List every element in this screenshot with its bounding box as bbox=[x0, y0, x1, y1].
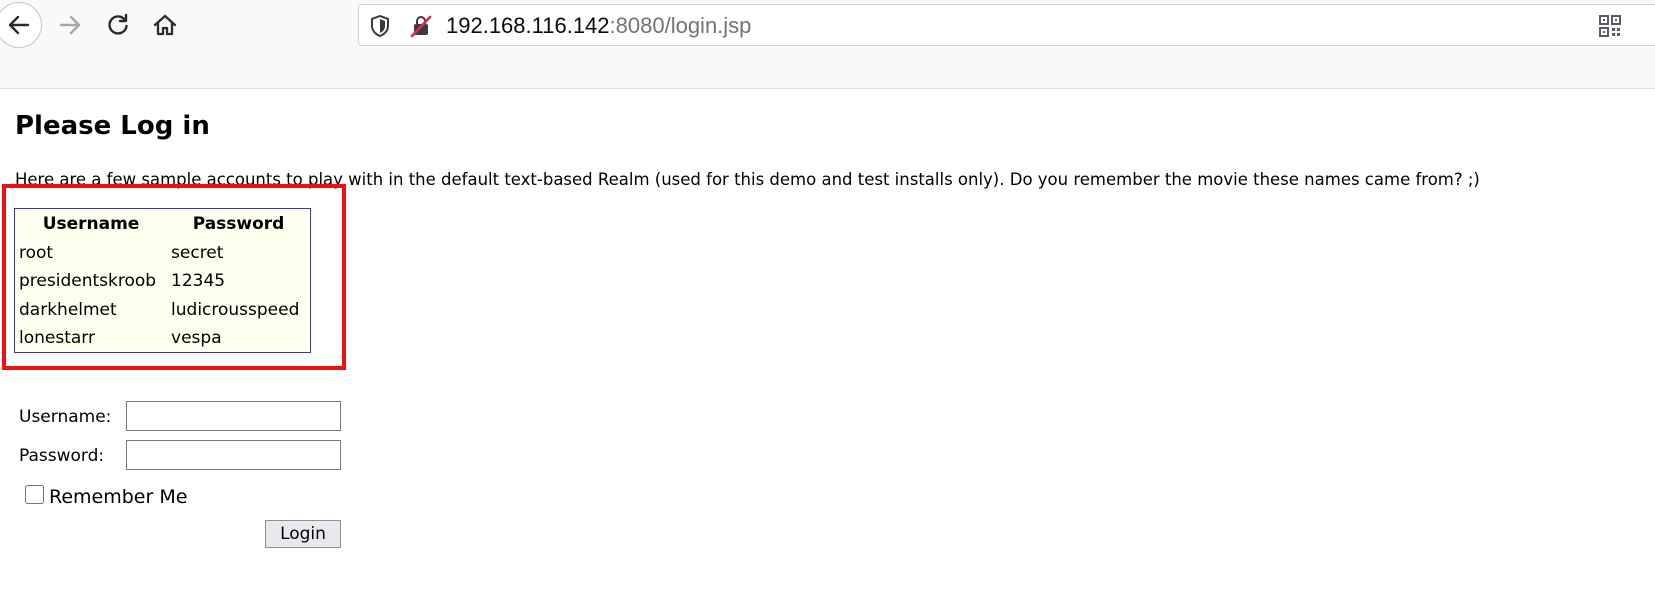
qr-code-icon[interactable] bbox=[1599, 15, 1621, 37]
url-host: 192.168.116.142 bbox=[446, 13, 610, 38]
username-cell: presidentskroob bbox=[19, 271, 157, 292]
table-row: darkhelmet ludicrousspeed bbox=[15, 296, 310, 324]
remember-me-checkbox[interactable] bbox=[25, 485, 44, 504]
password-cell: ludicrousspeed bbox=[171, 299, 300, 320]
home-button[interactable] bbox=[143, 3, 187, 47]
password-cell: secret bbox=[171, 243, 224, 264]
password-label: Password: bbox=[19, 446, 105, 466]
username-cell: root bbox=[19, 243, 54, 264]
intro-text: Here are a few sample accounts to play w… bbox=[15, 170, 1480, 189]
home-icon bbox=[153, 14, 177, 36]
back-arrow-icon bbox=[8, 15, 30, 35]
address-bar[interactable]: 192.168.116.142:8080/login.jsp bbox=[358, 4, 1655, 46]
url-text[interactable]: 192.168.116.142:8080/login.jsp bbox=[446, 13, 751, 39]
back-button[interactable] bbox=[0, 2, 42, 48]
shield-icon[interactable] bbox=[369, 14, 391, 38]
browser-toolbar: 192.168.116.142:8080/login.jsp bbox=[0, 0, 1655, 89]
password-cell: vespa bbox=[171, 327, 222, 348]
insecure-lock-icon[interactable] bbox=[409, 14, 433, 38]
remember-me-label: Remember Me bbox=[49, 486, 188, 508]
reload-icon bbox=[108, 13, 128, 35]
table-row: presidentskroob 12345 bbox=[15, 267, 310, 295]
login-button[interactable]: Login bbox=[265, 520, 341, 548]
username-input[interactable] bbox=[126, 401, 341, 431]
table-row: lonestarr vespa bbox=[15, 324, 310, 352]
reload-button[interactable] bbox=[96, 3, 140, 47]
column-header-password: Password bbox=[192, 214, 285, 234]
table-header-row: Username Password bbox=[15, 209, 310, 239]
sample-accounts-table: Username Password root secret presidents… bbox=[14, 208, 311, 353]
password-input[interactable] bbox=[126, 440, 341, 470]
username-label: Username: bbox=[19, 407, 112, 427]
forward-button[interactable] bbox=[48, 3, 92, 47]
page-title: Please Log in bbox=[15, 111, 210, 141]
table-row: root secret bbox=[15, 239, 310, 267]
url-path: :8080/login.jsp bbox=[609, 13, 752, 38]
forward-arrow-icon bbox=[59, 15, 81, 35]
username-cell: darkhelmet bbox=[19, 299, 117, 320]
column-header-username: Username bbox=[42, 214, 140, 234]
password-cell: 12345 bbox=[171, 271, 226, 292]
username-cell: lonestarr bbox=[19, 327, 95, 348]
